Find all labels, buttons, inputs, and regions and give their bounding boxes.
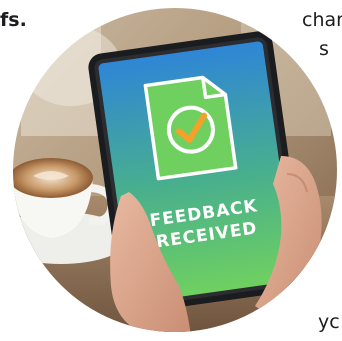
page: fs. char s yc FEEDBACK RECEIVED: [0, 0, 342, 341]
checkmark-document-icon: [143, 75, 238, 181]
circular-photo: FEEDBACK RECEIVED: [11, 6, 339, 334]
